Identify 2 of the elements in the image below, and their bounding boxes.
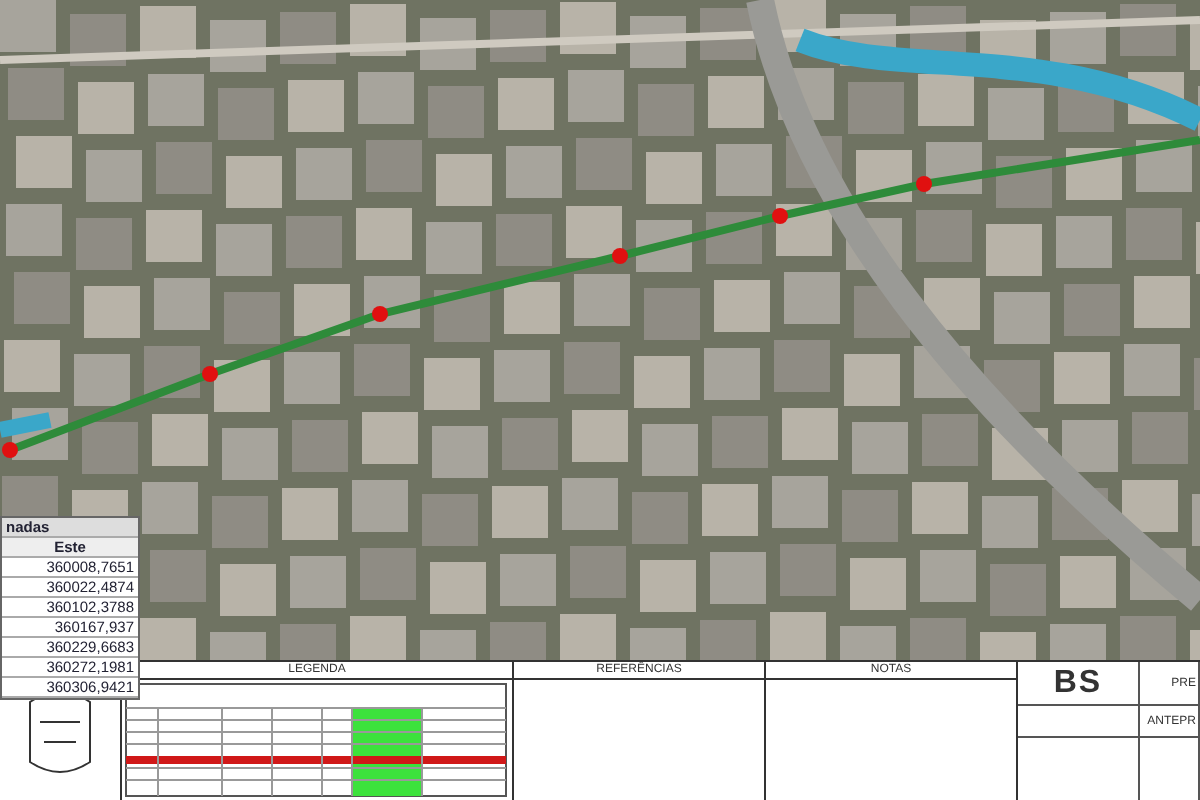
company-logo: BS [1018,662,1140,706]
title-block-cell [1018,706,1140,738]
